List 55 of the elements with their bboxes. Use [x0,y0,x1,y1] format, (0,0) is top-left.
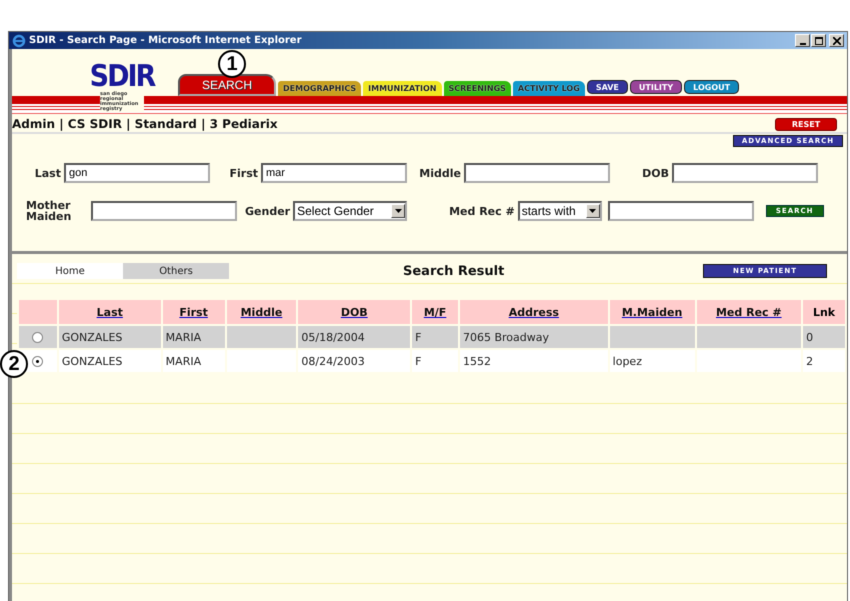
nav-tab[interactable]: IMMUNIZATION [363,81,442,96]
callout-number: 2 [0,350,28,378]
match-dropdown[interactable]: starts with [518,201,602,221]
nav-button[interactable]: SAVE [586,80,628,94]
input-field[interactable] [464,163,610,183]
input-field[interactable] [91,201,237,221]
user-info: Admin | CS SDIR | Standard | 3 Pediarix [12,117,278,131]
field-label: First [228,166,258,180]
table-cell: 05/18/2004 [301,330,365,344]
nav-tab[interactable]: SCREENINGS [444,81,511,96]
field-label: Med Rec # [449,204,515,218]
nav-tab[interactable]: ACTIVITY LOG [512,81,585,96]
nav-tab[interactable]: SEARCH [178,74,276,96]
field-label: DOB [641,166,669,180]
minimize-button[interactable] [795,34,810,47]
field-label: Mother Maiden [26,200,72,222]
table-cell: F [415,354,422,368]
nav-tab[interactable]: DEMOGRAPHICS [278,81,362,96]
nav-button[interactable]: UTILITY [630,80,682,94]
column-header: Lnk [812,306,836,318]
input-field[interactable] [608,201,754,221]
table-cell: F [415,330,422,344]
gender-dropdown[interactable]: Select Gender [293,201,408,221]
maximize-button[interactable] [811,34,826,47]
column-header-link[interactable]: Last [96,306,123,318]
table-cell: lopez [612,354,642,368]
table-cell: 08/24/2003 [301,354,365,368]
nav-button[interactable]: LOGOUT [684,80,740,94]
table-cell: 0 [806,330,814,344]
table-cell: GONZALES [62,330,122,344]
table-cell: 7065 Broadway [462,330,550,344]
table-cell: MARIA [166,354,202,368]
result-tab[interactable]: Others [123,263,229,279]
field-label: Gender [245,204,290,218]
dropdown-arrow-icon [589,209,596,213]
radio-button[interactable] [32,332,44,343]
table-cell: 1552 [462,354,491,368]
browser-icon [12,34,26,48]
input-field[interactable] [672,163,818,183]
window-title: SDIR - Search Page - Microsoft Internet Explorer [29,35,302,46]
table-cell: GONZALES [62,354,122,368]
table-cell: 2 [806,354,814,368]
input-field[interactable]: mar [261,163,407,183]
field-label: Middle [418,166,461,180]
result-tab[interactable]: Home [17,263,123,279]
field-label: Last [34,166,61,180]
column-header-link[interactable]: DOB [340,306,368,318]
radio-button[interactable] [32,356,44,367]
table-cell: MARIA [166,330,202,344]
section-title: Search Result [403,264,504,278]
column-header-link[interactable]: Address [508,306,559,318]
close-button[interactable] [829,34,844,47]
dropdown-arrow-icon [394,209,402,213]
input-field[interactable]: gon [64,163,210,183]
reset-button[interactable]: RESET [775,118,837,130]
